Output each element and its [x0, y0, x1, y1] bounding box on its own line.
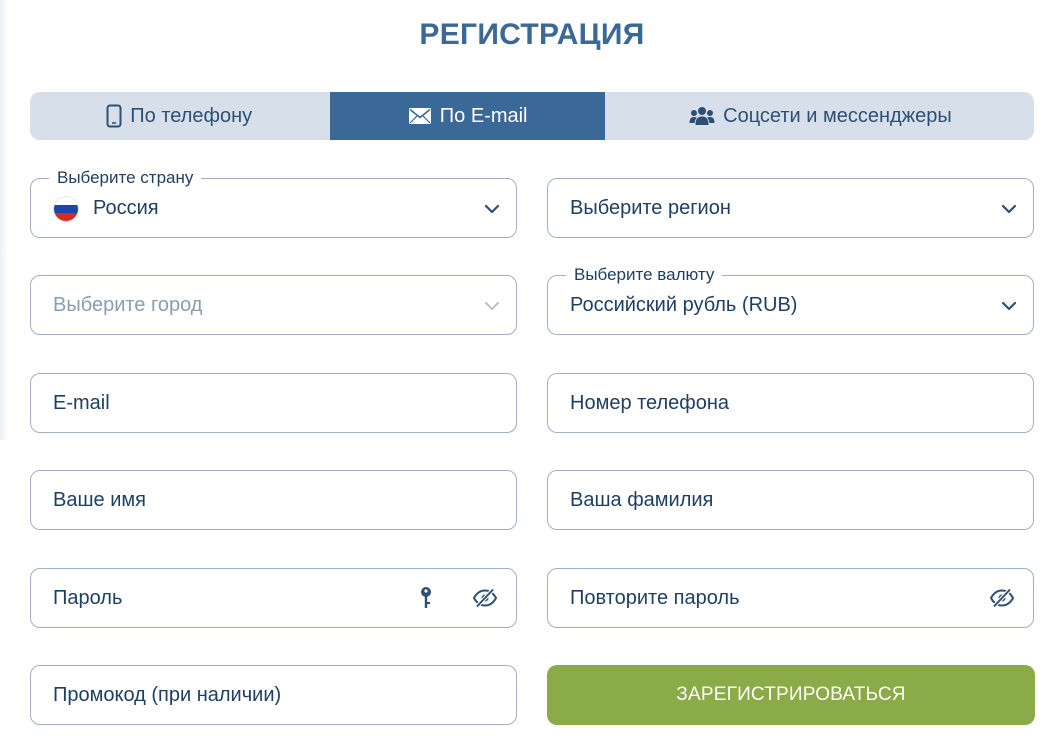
first-name-placeholder: Ваше имя — [53, 489, 146, 511]
chevron-down-icon — [1001, 298, 1017, 316]
promo-code-field[interactable]: Промокод (при наличии) — [30, 665, 517, 725]
tab-label: Соцсети и мессенджеры — [723, 104, 952, 127]
last-name-placeholder: Ваша фамилия — [570, 489, 714, 511]
city-select[interactable]: Выберите город — [30, 275, 517, 335]
promo-placeholder: Промокод (при наличии) — [53, 684, 282, 706]
phone-number-field[interactable]: Номер телефона — [547, 373, 1034, 433]
email-field[interactable]: E-mail — [30, 373, 517, 433]
repeat-password-field[interactable]: Повторите пароль — [547, 568, 1034, 628]
chevron-down-icon — [484, 298, 500, 316]
register-button[interactable]: ЗАРЕГИСТРИРОВАТЬСЯ — [547, 665, 1035, 725]
generate-password-key-icon[interactable] — [420, 586, 432, 615]
phone-icon — [106, 104, 122, 128]
tab-by-email[interactable]: По E-mail — [330, 92, 605, 140]
city-value: Выберите город — [53, 294, 203, 316]
left-edge-shade — [0, 0, 8, 440]
currency-select[interactable]: Выберите валюту Российский рубль (RUB) — [547, 264, 1034, 335]
currency-value: Российский рубль (RUB) — [570, 294, 798, 316]
eye-slash-icon[interactable] — [989, 588, 1015, 613]
phone-placeholder: Номер телефона — [570, 392, 730, 414]
tab-social-messengers[interactable]: Соцсети и мессенджеры — [606, 92, 1034, 140]
russia-flag-icon — [53, 196, 79, 222]
country-select[interactable]: Выберите страну Россия — [30, 167, 517, 238]
region-value: Выберите регион — [570, 197, 731, 219]
tab-label: По E-mail — [439, 104, 528, 127]
first-name-field[interactable]: Ваше имя — [30, 470, 517, 530]
chevron-down-icon — [484, 201, 500, 219]
tab-label: По телефону — [130, 104, 253, 127]
page-title: РЕГИСТРАЦИЯ — [419, 18, 645, 51]
envelope-icon — [408, 107, 432, 125]
password-placeholder: Пароль — [53, 587, 123, 609]
repeat-password-placeholder: Повторите пароль — [570, 587, 740, 609]
country-value: Россия — [93, 197, 159, 219]
chevron-down-icon — [1001, 201, 1017, 219]
password-field[interactable]: Пароль — [30, 568, 517, 628]
registration-form: РЕГИСТРАЦИЯ По телефону По E-mail Соцсет… — [0, 0, 1059, 740]
region-select[interactable]: Выберите регион — [547, 178, 1034, 238]
users-icon — [689, 106, 715, 126]
last-name-field[interactable]: Ваша фамилия — [547, 470, 1034, 530]
email-placeholder: E-mail — [53, 392, 110, 414]
eye-slash-icon[interactable] — [472, 588, 498, 613]
tab-by-phone[interactable]: По телефону — [30, 92, 329, 140]
registration-method-tabs: По телефону По E-mail Соцсети и мессендж… — [30, 92, 1034, 140]
